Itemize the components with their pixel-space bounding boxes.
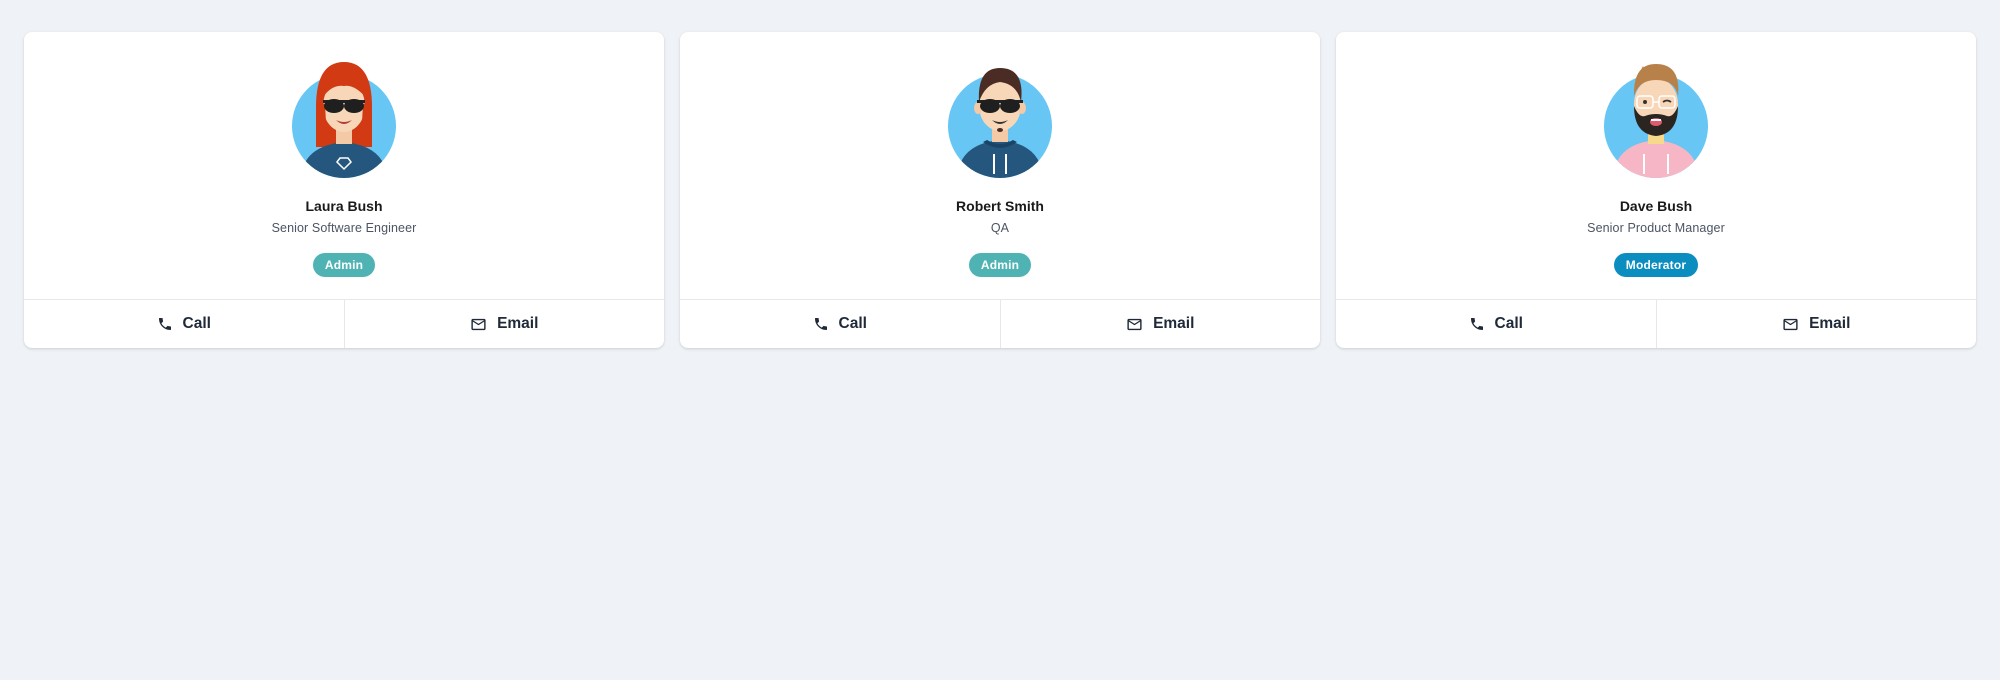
email-label: Email	[497, 315, 539, 333]
call-label: Call	[838, 315, 867, 333]
contact-name: Robert Smith	[956, 198, 1044, 214]
contact-card: Laura Bush Senior Software Engineer Admi…	[24, 32, 664, 348]
man-sunglasses-hoodie-avatar-icon	[948, 68, 1052, 178]
envelope-icon	[1127, 318, 1142, 330]
envelope-icon	[1783, 318, 1798, 330]
call-button[interactable]: Call	[1336, 300, 1656, 348]
contact-card-grid: Laura Bush Senior Software Engineer Admi…	[24, 32, 1976, 348]
role-badge: Admin	[968, 253, 1032, 277]
envelope-icon	[471, 318, 486, 330]
contact-card-actions: Call Email	[24, 299, 664, 348]
call-label: Call	[1494, 315, 1523, 333]
call-button[interactable]: Call	[680, 300, 1000, 348]
contact-card-actions: Call Email	[680, 299, 1320, 348]
role-badge: Moderator	[1613, 253, 1699, 277]
contact-role: QA	[990, 221, 1010, 235]
contact-role: Senior Software Engineer	[271, 221, 417, 235]
contact-name: Dave Bush	[1619, 198, 1693, 214]
email-label: Email	[1153, 315, 1195, 333]
contact-role: Senior Product Manager	[1587, 221, 1725, 235]
phone-icon	[1470, 318, 1483, 331]
phone-icon	[814, 318, 827, 331]
role-badge: Admin	[312, 253, 376, 277]
contact-card-body: Dave Bush Senior Product Manager Moderat…	[1336, 32, 1976, 299]
email-button[interactable]: Email	[343, 300, 665, 348]
man-beard-winking-avatar-icon	[1604, 64, 1708, 178]
phone-icon	[158, 318, 171, 331]
call-label: Call	[182, 315, 211, 333]
contact-card-body: Laura Bush Senior Software Engineer Admi…	[24, 32, 664, 299]
email-label: Email	[1809, 315, 1851, 333]
email-button[interactable]: Email	[999, 300, 1321, 348]
email-button[interactable]: Email	[1655, 300, 1977, 348]
contact-card-actions: Call Email	[1336, 299, 1976, 348]
contact-card: Robert Smith QA Admin Call Email	[680, 32, 1320, 348]
contact-name: Laura Bush	[305, 198, 383, 214]
call-button[interactable]: Call	[24, 300, 344, 348]
woman-red-hair-sunglasses-avatar-icon	[292, 62, 396, 178]
contact-card-body: Robert Smith QA Admin	[680, 32, 1320, 299]
contact-card: Dave Bush Senior Product Manager Moderat…	[1336, 32, 1976, 348]
